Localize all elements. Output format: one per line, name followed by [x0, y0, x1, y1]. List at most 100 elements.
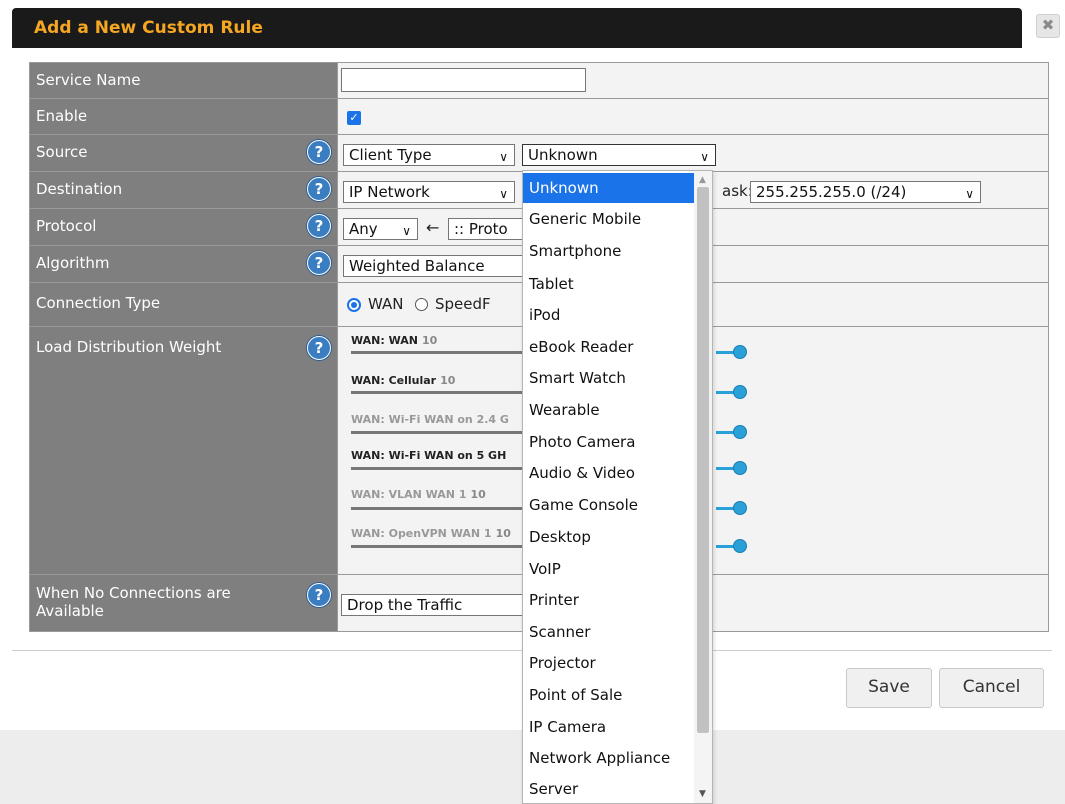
scrollbar-thumb[interactable] — [697, 187, 709, 733]
chevron-down-icon: ∨ — [965, 187, 974, 201]
protocol-preset-value: :: Proto — [454, 220, 508, 238]
protocol-select[interactable]: Any ∨ — [343, 218, 418, 240]
help-icon[interactable]: ? — [307, 251, 331, 275]
scroll-up-icon[interactable]: ▲ — [699, 175, 706, 185]
enable-label: Enable — [36, 107, 88, 125]
algorithm-select[interactable]: Weighted Balance — [343, 255, 528, 277]
weight-value: 10 — [440, 374, 456, 387]
client-type-select[interactable]: Unknown ∨ — [522, 144, 716, 166]
label-cell: Protocol ? — [30, 209, 338, 245]
dropdown-option[interactable]: eBook Reader — [523, 332, 695, 362]
weight-slider-track[interactable] — [351, 467, 551, 470]
slider-knob[interactable] — [733, 501, 747, 515]
cancel-button[interactable]: Cancel — [939, 668, 1044, 708]
slider-knob[interactable] — [733, 425, 747, 439]
row-enable: Enable ✓ — [30, 99, 1048, 135]
source-label: Source — [36, 143, 88, 161]
dropdown-option[interactable]: Projector — [523, 648, 695, 678]
dropdown-option[interactable]: Wearable — [523, 395, 695, 425]
weight-slider-track[interactable] — [351, 351, 551, 354]
value-cell — [338, 63, 1048, 98]
radio-wan-label: WAN — [368, 295, 404, 313]
dropdown-scrollbar[interactable]: ▲ ▼ — [694, 171, 712, 803]
slider-knob[interactable] — [733, 385, 747, 399]
load-distribution-label: Load Distribution Weight — [36, 338, 222, 356]
help-icon[interactable]: ? — [307, 583, 331, 607]
help-icon[interactable]: ? — [307, 214, 331, 238]
dropdown-option[interactable]: Server — [523, 775, 695, 803]
slider-knob[interactable] — [733, 539, 747, 553]
dropdown-option[interactable]: VoIP — [523, 554, 695, 584]
slider-knob[interactable] — [733, 345, 747, 359]
weight-label: WAN: Wi-Fi WAN on 5 GH — [351, 449, 506, 462]
service-name-input[interactable] — [341, 68, 586, 92]
dropdown-option[interactable]: Smartphone — [523, 236, 695, 266]
source-type-select[interactable]: Client Type ∨ — [343, 144, 515, 166]
scroll-down-icon[interactable]: ▼ — [699, 789, 706, 799]
weight-label: WAN: Wi-Fi WAN on 2.4 G — [351, 413, 509, 426]
protocol-value: Any — [349, 220, 378, 238]
dropdown-option[interactable]: Scanner — [523, 617, 695, 647]
label-cell: Source ? — [30, 135, 338, 171]
destination-label: Destination — [36, 180, 123, 198]
client-type-value: Unknown — [528, 146, 598, 164]
weight-label: WAN: Cellular 10 — [351, 374, 455, 387]
help-icon[interactable]: ? — [307, 140, 331, 164]
dropdown-option[interactable]: Photo Camera — [523, 427, 695, 457]
chevron-down-icon: ∨ — [402, 224, 411, 238]
client-type-dropdown-list[interactable]: Unknown Generic Mobile Smartphone Tablet… — [522, 170, 713, 804]
mask-select[interactable]: 255.255.255.0 (/24) ∨ — [750, 181, 981, 203]
protocol-preset-select[interactable]: :: Proto — [448, 218, 528, 240]
dropdown-option[interactable]: Network Appliance — [523, 743, 695, 773]
weight-slider-track[interactable] — [351, 391, 551, 394]
connection-type-label: Connection Type — [36, 294, 161, 312]
dropdown-option[interactable]: Point of Sale — [523, 680, 695, 710]
dropdown-option[interactable]: Smart Watch — [523, 363, 695, 393]
radio-speedfusion[interactable] — [415, 298, 428, 311]
weight-name: WAN: VLAN WAN 1 — [351, 488, 467, 501]
algorithm-label: Algorithm — [36, 254, 110, 272]
help-icon[interactable]: ? — [307, 177, 331, 201]
dropdown-option[interactable]: Audio & Video — [523, 458, 695, 488]
weight-label: WAN: OpenVPN WAN 1 10 — [351, 527, 511, 540]
help-icon[interactable]: ? — [307, 336, 331, 360]
radio-speedfusion-label: SpeedF — [435, 295, 491, 313]
dropdown-option[interactable]: Generic Mobile — [523, 204, 695, 234]
dropdown-option[interactable]: iPod — [523, 300, 695, 330]
source-type-value: Client Type — [349, 146, 432, 164]
dialog-titlebar: Add a New Custom Rule — [12, 8, 1022, 48]
destination-type-value: IP Network — [349, 183, 430, 201]
weight-label: WAN: WAN 10 — [351, 334, 437, 347]
slider-knob[interactable] — [733, 461, 747, 475]
label-cell: Enable — [30, 99, 338, 134]
weight-name: WAN: Wi-Fi WAN on 5 GH — [351, 449, 507, 462]
dropdown-option[interactable]: IP Camera — [523, 712, 695, 742]
label-cell: Destination ? — [30, 172, 338, 208]
label-cell: Service Name — [30, 63, 338, 98]
weight-slider-track[interactable] — [351, 431, 551, 434]
close-icon[interactable]: ✖ — [1036, 14, 1060, 38]
no-connections-value: Drop the Traffic — [347, 596, 463, 614]
dropdown-option[interactable]: Game Console — [523, 490, 695, 520]
chevron-down-icon: ∨ — [700, 150, 709, 164]
mask-label: ask: — [722, 182, 753, 200]
destination-type-select[interactable]: IP Network ∨ — [343, 181, 515, 203]
value-cell: ✓ — [338, 99, 1048, 134]
weight-name: WAN: Cellular — [351, 374, 437, 387]
enable-checkbox[interactable]: ✓ — [347, 111, 361, 125]
radio-wan[interactable] — [347, 298, 361, 312]
save-button[interactable]: Save — [846, 668, 932, 708]
algorithm-value: Weighted Balance — [349, 257, 485, 275]
weight-slider-track[interactable] — [351, 545, 551, 548]
mask-value: 255.255.255.0 (/24) — [756, 183, 907, 201]
weight-slider-track[interactable] — [351, 507, 551, 510]
dialog-title: Add a New Custom Rule — [34, 18, 263, 38]
no-connections-label: When No Connections are Available — [36, 584, 231, 620]
dropdown-option[interactable]: Unknown — [523, 173, 695, 203]
dropdown-option[interactable]: Printer — [523, 585, 695, 615]
dropdown-option[interactable]: Tablet — [523, 269, 695, 299]
dropdown-option[interactable]: Desktop — [523, 522, 695, 552]
no-connections-select[interactable]: Drop the Traffic — [341, 594, 526, 616]
label-cell: When No Connections are Available ? — [30, 575, 338, 631]
value-cell: Client Type ∨ Unknown ∨ — [338, 135, 1048, 171]
